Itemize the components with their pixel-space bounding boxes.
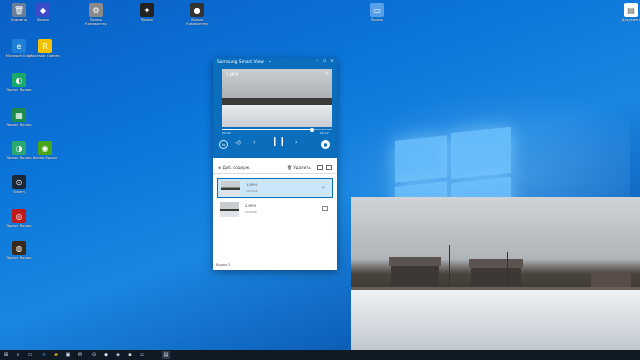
add-content-label: Доб. содерж. [222, 165, 251, 170]
mail-taskbar-icon[interactable]: ✉ [76, 351, 84, 359]
app-shortcut-icon: ◆ [36, 3, 50, 17]
computer-icon: ▭ [370, 3, 384, 17]
desktop-icon[interactable]: ✦ Ярлык [130, 3, 164, 22]
checkbox[interactable] [322, 206, 328, 211]
edge-taskbar-icon[interactable]: e [40, 351, 48, 359]
steam-taskbar-icon[interactable]: ⊙ [90, 351, 98, 359]
app2-taskbar-icon[interactable]: ◈ [114, 351, 122, 359]
document-icon: ▤ [624, 3, 638, 17]
time-current: 00:00 [222, 131, 231, 135]
previous-icon[interactable]: ‹ [253, 139, 255, 146]
desktop-icon-label: Steam [13, 190, 25, 194]
time-total: 00:12 [320, 131, 329, 135]
gear-icon: ⚙ [89, 3, 103, 17]
desktop-icon[interactable]: R Rockstar Games [28, 39, 62, 58]
desktop-icon[interactable]: ⚙ Ярлык Компьютер [79, 3, 113, 27]
store-taskbar-icon[interactable]: ▣ [64, 351, 72, 359]
desktop-icon-label: Ярлык [36, 18, 50, 22]
smart-view-window[interactable]: Samsung Smart View ⌄ – ▫ × 1.MP4 ↻ 00:00… [213, 58, 337, 270]
maximize-icon[interactable]: ▫ [323, 59, 326, 64]
close-icon[interactable]: × [330, 59, 334, 64]
video-thumbnail [221, 181, 240, 196]
desktop-icon[interactable]: ◎ Ярлык Ярлык [2, 209, 36, 228]
app4-taskbar-icon[interactable]: ▫ [138, 351, 146, 359]
rotate-icon[interactable]: ↻ [325, 71, 329, 77]
desktop-icon[interactable]: ◆ Ярлык [26, 3, 60, 22]
app3-taskbar-icon[interactable]: ▪ [126, 351, 134, 359]
item-name: 2.MP4 [245, 204, 256, 208]
search-icon[interactable]: ⌕ [14, 351, 22, 359]
task-view-icon[interactable]: ▭ [26, 351, 34, 359]
item-name: 1.MP4 [246, 183, 257, 187]
desktop-icon-label: Ярлык Компьютер [186, 18, 208, 27]
webcam-icon: ● [190, 3, 204, 17]
app-green2-icon: ◑ [12, 141, 26, 155]
desktop-icon-label: Nvidia Ярлык [32, 156, 58, 160]
desktop-icon[interactable]: ⊙ Steam [2, 175, 36, 194]
video-playback-window[interactable] [351, 197, 640, 360]
spreadsheet-icon: ▦ [12, 108, 26, 122]
desktop-icon-label: Rockstar Games [30, 54, 60, 58]
app-green-icon: ◐ [12, 73, 26, 87]
taskbar: ⊞ ⌕ ▭ e ▰ ▣ ✉ ⊙ ◆ ◈ ▪ ▫ ▤ [0, 350, 640, 360]
start-icon[interactable]: ⊞ [2, 351, 10, 359]
item-size: 5683КБ [245, 210, 257, 214]
volume-icon[interactable]: ◁) [235, 140, 241, 146]
list-view-icon[interactable] [317, 165, 323, 170]
desktop-icon[interactable]: ● Ярлык Компьютер [180, 3, 214, 27]
red-app-icon: ◎ [12, 209, 26, 223]
video-filename: 1.MP4 [226, 72, 239, 77]
desktop-icon-label: Ярлык [370, 18, 384, 22]
video-preview[interactable]: 1.MP4 ↻ [222, 69, 332, 127]
desktop-icon[interactable]: ▤ Документ [614, 3, 640, 22]
desktop-icon-label: Ярлык Ярлык [6, 256, 32, 260]
content-toolbar: ⊕ Доб. содерж. 🗑 Удалить [213, 162, 337, 174]
grid-view-icon[interactable] [326, 165, 332, 170]
recycle-bin-icon: 🗑 [12, 3, 26, 17]
desktop-icon[interactable]: ◉ Nvidia Ярлык [28, 141, 62, 160]
plus-icon[interactable]: + [321, 185, 327, 191]
desktop-icon[interactable]: ▭ Ярлык [360, 3, 394, 22]
desktop-icon[interactable]: ◍ Ярлык Ярлык [2, 241, 36, 260]
delete-label: Удалить [293, 165, 311, 170]
edge-icon: e [12, 39, 26, 53]
smart-view-taskbar-icon[interactable]: ▤ [162, 351, 170, 359]
delete-button[interactable]: 🗑 Удалить [287, 165, 311, 170]
desktop-icon-label: Ярлык Ярлык [6, 224, 32, 228]
video-thumbnail [220, 202, 239, 217]
rockstar-icon: R [38, 39, 52, 53]
desktop-icon-label: Ярлык Ярлык [6, 88, 32, 92]
window-title: Samsung Smart View [217, 60, 264, 65]
desktop-icon-label: Ярлык Компьютер [85, 18, 107, 27]
desktop-icon-label: Ярлык [140, 18, 154, 22]
desktop-icon[interactable]: ▦ Ярлык Ярлык [2, 108, 36, 127]
explorer-taskbar-icon[interactable]: ▰ [52, 351, 60, 359]
steam-icon: ⊙ [12, 175, 26, 189]
app-taskbar-icon[interactable]: ◆ [102, 351, 110, 359]
screen-mirror-icon[interactable]: ⇆ [219, 140, 228, 149]
desktop-icon-label: Ярлык Ярлык [6, 123, 32, 127]
stop-icon[interactable]: ■ [321, 140, 330, 149]
next-icon[interactable]: › [295, 139, 297, 146]
status-text: Видео 2 [216, 263, 231, 267]
menu-chevron-icon[interactable]: ⌄ [268, 59, 272, 64]
item-size: 3693КБ [246, 189, 258, 193]
player-panel: Samsung Smart View ⌄ – ▫ × 1.MP4 ↻ 00:00… [213, 58, 337, 158]
dark-app-icon: ◍ [12, 241, 26, 255]
desktop-icon[interactable]: ◐ Ярлык Ярлык [2, 73, 36, 92]
app-icon: ✦ [140, 3, 154, 17]
list-item[interactable]: 1.MP4 3693КБ + [217, 178, 333, 198]
pause-icon[interactable]: ❙❙ [271, 137, 286, 147]
nvidia-icon: ◉ [38, 141, 52, 155]
minimize-icon[interactable]: – [316, 59, 318, 64]
seek-bar[interactable] [222, 127, 332, 132]
desktop-icon-label: Документ [621, 18, 640, 22]
list-item[interactable]: 2.MP4 5683КБ [217, 200, 333, 220]
add-content-button[interactable]: ⊕ Доб. содерж. [218, 165, 251, 170]
